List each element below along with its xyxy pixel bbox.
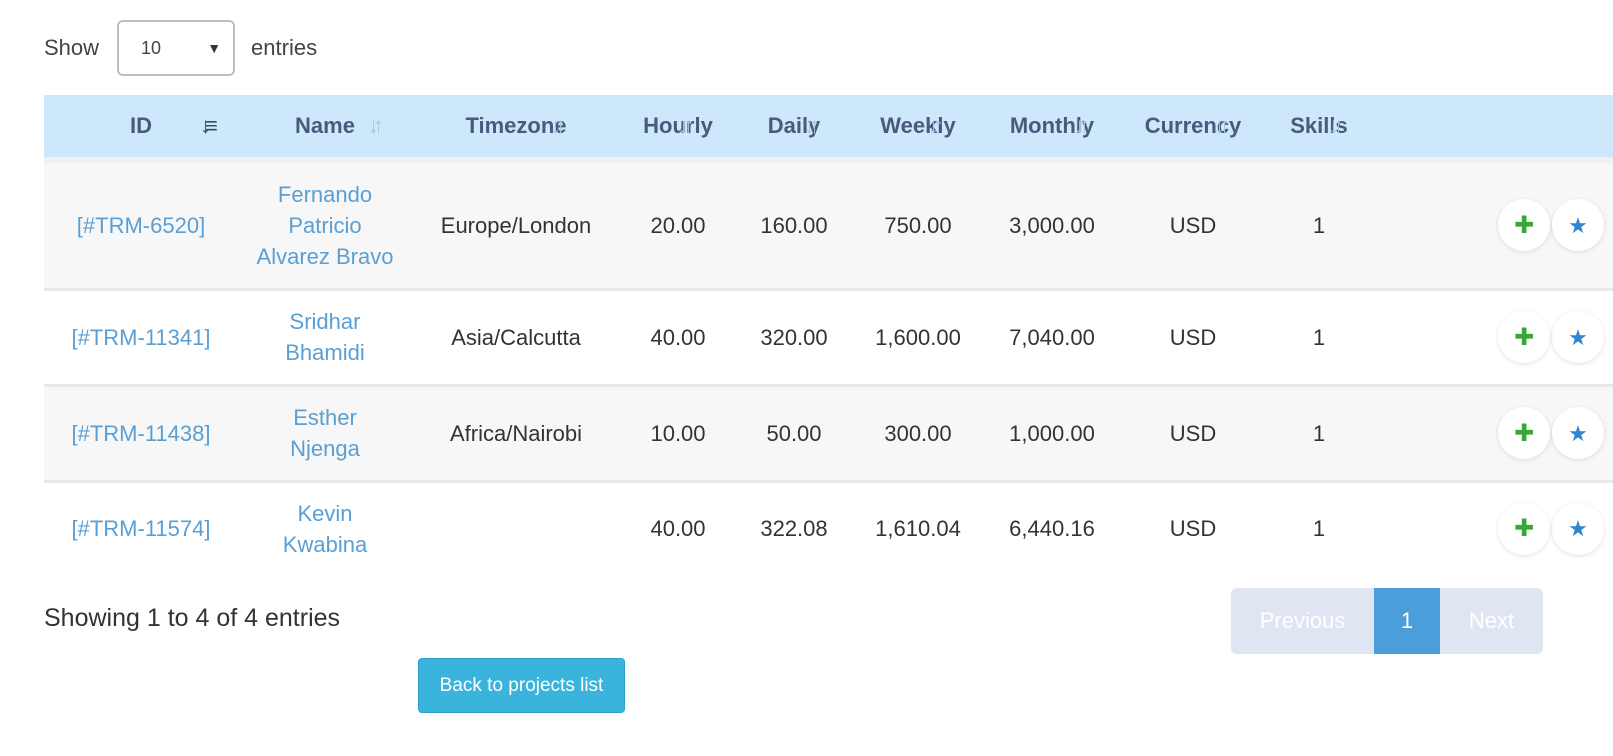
cell-monthly: 3,000.00 <box>984 163 1120 291</box>
page-1-button[interactable]: 1 <box>1374 588 1440 654</box>
sort-icon: ↓↑ <box>1074 113 1090 138</box>
trainers-table: ID ↓≡ Name ↓↑ Timezone ↓↑ Hourly ↓↑ Daily ↓↑ … <box>44 95 1613 575</box>
entries-per-page-select[interactable]: 10 ▼ <box>117 20 236 76</box>
cell-name: Kevin Kwabina <box>238 481 412 575</box>
cell-actions: ✚ ★ <box>1372 163 1613 291</box>
sort-icon: ↓↑ <box>1328 113 1344 138</box>
cell-currency: USD <box>1169 516 1217 542</box>
cell-hourly: 40.00 <box>620 289 736 387</box>
back-to-projects-button[interactable]: Back to projects list <box>418 658 625 713</box>
entries-label: entries <box>251 35 318 60</box>
cell-hourly: 40.00 <box>650 516 706 542</box>
entries-per-page-value: 10 <box>141 37 162 58</box>
next-page-button[interactable]: Next <box>1440 588 1543 654</box>
table-row: [#TRM-6520] Fernando Patricio Alvarez Br… <box>44 163 1613 291</box>
cell-currency: USD <box>1120 163 1266 291</box>
column-header-monthly[interactable]: Monthly ↓↑ <box>984 95 1120 157</box>
cell-monthly: 6,440.16 <box>1009 516 1095 542</box>
plus-icon[interactable]: ✚ <box>1498 407 1550 459</box>
star-icon[interactable]: ★ <box>1552 502 1604 555</box>
cell-id: [#TRM-11438] <box>44 385 238 483</box>
table-header-row: ID ↓≡ Name ↓↑ Timezone ↓↑ Hourly ↓↑ Daily ↓↑ … <box>44 95 1613 157</box>
star-icon[interactable]: ★ <box>1552 407 1604 459</box>
plus-icon[interactable]: ✚ <box>1498 199 1550 252</box>
cell-name: Fernando Patricio Alvarez Bravo <box>238 163 412 291</box>
cell-name: Esther Njenga <box>238 385 412 483</box>
show-label: Show <box>44 35 100 60</box>
column-header-skills[interactable]: Skills ↓↑ <box>1266 95 1372 157</box>
column-header-name[interactable]: Name ↓↑ <box>238 95 412 157</box>
header-divider <box>44 157 1613 163</box>
column-header-timezone[interactable]: Timezone ↓↑ <box>412 95 620 157</box>
plus-icon[interactable]: ✚ <box>1498 311 1550 363</box>
cell-id: [#TRM-11574] <box>44 481 238 575</box>
pagination: Previous 1 Next <box>1231 588 1543 654</box>
cell-id: [#TRM-6520] <box>44 163 238 291</box>
cell-actions: ✚ ★ <box>1372 481 1613 575</box>
cell-hourly: 20.00 <box>620 163 736 291</box>
entries-length-control: Show 10 ▼ entries <box>44 20 317 76</box>
trainer-id-link[interactable]: [#TRM-11341] <box>72 325 211 350</box>
column-header-hourly[interactable]: Hourly ↓↑ <box>620 95 736 157</box>
cell-name: Sridhar Bhamidi <box>238 289 412 387</box>
cell-currency: USD <box>1120 289 1266 387</box>
table-info: Showing 1 to 4 of 4 entries <box>44 604 341 632</box>
sort-icon: ↓↑ <box>804 113 820 138</box>
cell-timezone: Asia/Calcutta <box>412 289 620 387</box>
cell-actions: ✚ ★ <box>1372 289 1613 387</box>
column-header-daily[interactable]: Daily ↓↑ <box>736 95 852 157</box>
sort-icon: ↓↑ <box>368 113 384 138</box>
cell-timezone: Europe/London <box>412 163 620 291</box>
column-header-actions <box>1372 95 1613 157</box>
cell-weekly: 300.00 <box>852 385 984 483</box>
trainer-name-link[interactable]: Sridhar Bhamidi <box>270 306 380 368</box>
sort-icon: ↓↑ <box>928 113 944 138</box>
sort-icon: ↓↑ <box>678 113 694 138</box>
star-icon[interactable]: ★ <box>1552 311 1604 363</box>
cell-timezone: Africa/Nairobi <box>412 385 620 483</box>
column-header-weekly[interactable]: Weekly ↓↑ <box>852 95 984 157</box>
cell-skills: 1 <box>1266 385 1372 483</box>
cell-daily: 160.00 <box>736 163 852 291</box>
cell-hourly: 10.00 <box>620 385 736 483</box>
table-row: [#TRM-11438] Esther Njenga Africa/Nairob… <box>44 385 1613 483</box>
cell-daily: 322.08 <box>760 516 828 542</box>
trainer-id-link[interactable]: [#TRM-11438] <box>72 421 211 446</box>
table-row: [#TRM-11341] Sridhar Bhamidi Asia/Calcut… <box>44 289 1613 387</box>
trainer-id-link[interactable]: [#TRM-6520] <box>77 213 205 238</box>
sort-desc-icon: ↓≡ <box>200 113 218 138</box>
cell-skills: 1 <box>1266 289 1372 387</box>
trainer-id-link[interactable]: [#TRM-11574] <box>72 516 211 541</box>
cell-monthly: 1,000.00 <box>984 385 1120 483</box>
cell-skills: 1 <box>1312 516 1326 542</box>
cell-weekly: 1,610.04 <box>875 516 961 542</box>
table-row: [#TRM-11574] Kevin Kwabina 40.00 322.08 … <box>44 481 1613 575</box>
caret-down-icon: ▼ <box>207 40 222 56</box>
star-icon[interactable]: ★ <box>1552 199 1604 252</box>
cell-daily: 320.00 <box>736 289 852 387</box>
trainer-name-link[interactable]: Kevin Kwabina <box>275 498 375 560</box>
cell-timezone <box>412 481 620 575</box>
cell-actions: ✚ ★ <box>1372 385 1613 483</box>
cell-monthly: 7,040.00 <box>984 289 1120 387</box>
trainer-name-link[interactable]: Esther Njenga <box>275 402 375 464</box>
cell-weekly: 750.00 <box>852 163 984 291</box>
cell-daily: 50.00 <box>736 385 852 483</box>
cell-skills: 1 <box>1266 163 1372 291</box>
previous-page-button[interactable]: Previous <box>1231 588 1374 654</box>
column-header-currency[interactable]: Currency ↓↑ <box>1120 95 1266 157</box>
column-header-id[interactable]: ID ↓≡ <box>44 95 238 157</box>
cell-currency: USD <box>1120 385 1266 483</box>
cell-weekly: 1,600.00 <box>852 289 984 387</box>
trainer-name-link[interactable]: Fernando Patricio Alvarez Bravo <box>250 179 400 272</box>
sort-icon: ↓↑ <box>550 113 566 138</box>
sort-icon: ↓↑ <box>1214 113 1230 138</box>
plus-icon[interactable]: ✚ <box>1498 502 1550 555</box>
cell-id: [#TRM-11341] <box>44 289 238 387</box>
